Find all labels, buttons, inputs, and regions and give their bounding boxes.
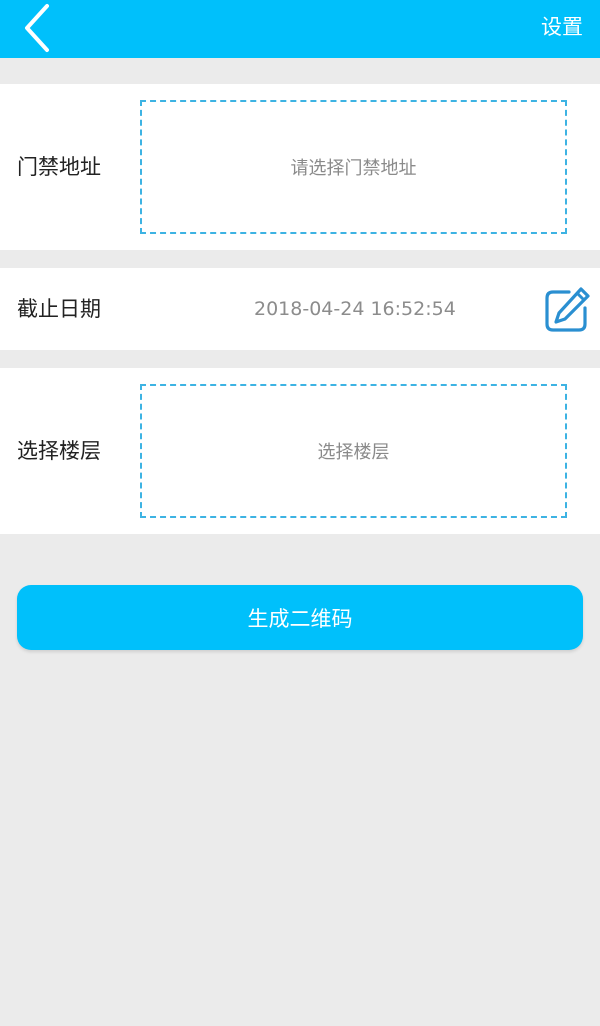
edit-pencil-icon <box>545 287 590 332</box>
floor-row: 选择楼层 选择楼层 <box>0 368 600 534</box>
access-address-label: 门禁地址 <box>17 155 101 179</box>
floor-label: 选择楼层 <box>17 439 101 463</box>
generate-qr-button[interactable]: 生成二维码 <box>17 585 583 650</box>
chevron-left-icon <box>25 4 49 52</box>
access-address-placeholder: 请选择门禁地址 <box>290 158 417 179</box>
edit-date-button[interactable] <box>543 286 591 334</box>
floor-selector[interactable]: 选择楼层 <box>140 384 567 518</box>
access-address-selector[interactable]: 请选择门禁地址 <box>140 100 567 234</box>
deadline-label: 截止日期 <box>17 297 101 321</box>
deadline-value: 2018-04-24 16:52:54 <box>254 298 456 320</box>
deadline-row: 截止日期 2018-04-24 16:52:54 <box>0 268 600 350</box>
settings-button[interactable]: 设置 <box>541 13 583 41</box>
floor-placeholder: 选择楼层 <box>317 442 390 463</box>
access-address-row: 门禁地址 请选择门禁地址 <box>0 84 600 250</box>
top-bar: 设置 <box>0 0 600 58</box>
back-button[interactable] <box>18 2 66 54</box>
